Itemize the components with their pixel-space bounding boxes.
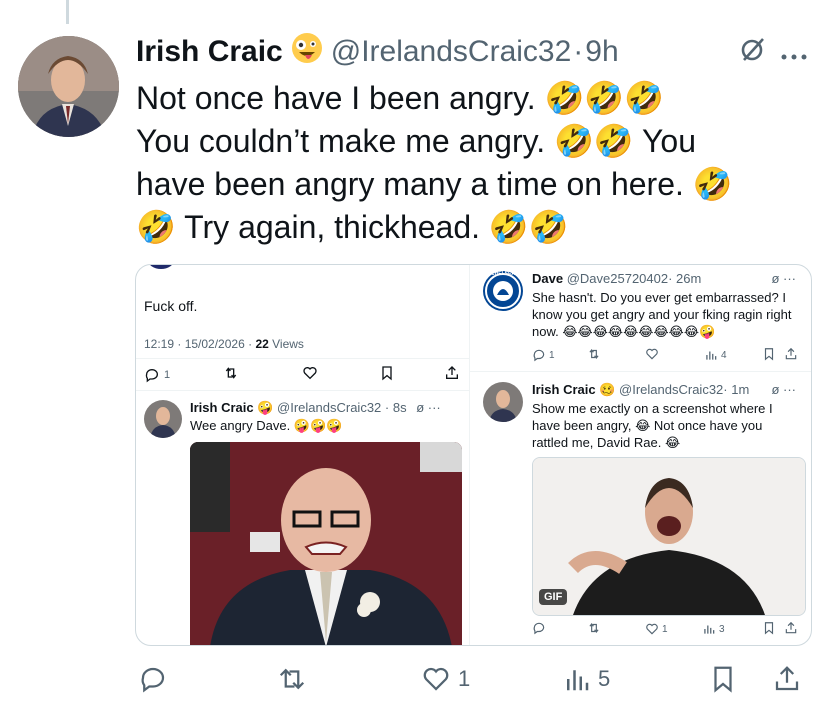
tweet-header: Irish Craic @IrelandsCraic32 · 9h [136,32,808,72]
left-reply-avatar [144,400,182,438]
left-post-like-count: 1 [164,369,171,381]
right-top-more: ø ··· [771,271,796,286]
share-button[interactable] [772,664,802,694]
bookmark-icon [714,666,732,693]
right-top-header: Dave @Dave25720402· 26m ø ··· [532,271,802,286]
right-top-like-icon[interactable] [645,347,659,364]
right-reply-like-icon[interactable]: 1 [645,622,668,636]
angry-man-image[interactable] [190,442,462,645]
right-top-views-icon[interactable]: 4 [704,348,727,362]
right-top-reply-count: 1 [549,349,555,361]
left-avatar-edge [148,265,174,269]
reply-icon[interactable]: 1 [144,367,170,383]
tweet-text-line: have been angry many a time on here. 🤣 [136,166,733,202]
bookmark-icon[interactable] [379,365,395,386]
right-top-reply-icon[interactable]: 1 [532,348,555,362]
right-reply-more: ø ··· [771,382,796,397]
views-button[interactable]: 5 [562,664,610,694]
separator-dot: · [573,35,584,68]
left-reply-text: Wee angry Dave. 🤪🤪🤪 [190,418,343,433]
reply-button[interactable] [138,664,174,694]
chelsea-avatar-label: CHELSEA [491,271,515,277]
left-reply-emoji: 🤪 [257,400,274,415]
right-top-handle: @Dave25720402 [566,271,669,286]
tweet-text-line: Not once have I been angry. 🤣🤣🤣 [136,80,665,116]
left-reply-handle: @IrelandsCraic32 [277,400,382,415]
right-top-retweet-icon[interactable] [587,347,601,364]
tweet-text-line: 🤣 Try again, thickhead. 🤣🤣 [136,209,569,245]
right-top-actions: 1 4 [532,347,798,363]
attached-image[interactable]: Fuck off. 12:19 · 15/02/2026 · 22 Views … [135,264,812,646]
retweet-button[interactable] [276,664,314,694]
left-reply-time: · 8s [384,400,407,415]
right-top-time: · 26m [668,271,702,286]
left-post-time: 12:19 · 15/02/2026 · [144,337,253,351]
left-post-meta: 12:19 · 15/02/2026 · 22 Views [144,337,304,351]
more-icon[interactable] [780,36,808,70]
right-reply-avatar [483,382,523,422]
retweet-icon[interactable] [223,365,239,386]
right-reply-header: Irish Craic 🥴 @IrelandsCraic32· 1m ø ··· [532,382,802,398]
right-reply-name: Irish Craic [532,382,596,397]
right-reply-share-icon[interactable] [784,621,798,638]
avatar[interactable] [18,36,119,137]
views-icon [567,670,589,691]
left-divider-2 [136,390,469,391]
header-actions [738,34,808,72]
right-top-name: Dave [532,271,564,286]
left-post-actions: 1 [144,365,460,386]
left-reply-header: Irish Craic 🤪 @IrelandsCraic32 · 8s ø ··… [190,400,441,416]
reply-icon [141,667,165,693]
right-reply-reply-icon[interactable] [532,621,546,638]
thread-line [66,0,69,24]
laughing-man-gif[interactable] [532,457,806,616]
retweet-icon [279,668,305,690]
right-reply-handle: @IrelandsCraic32 [619,382,724,397]
right-divider [470,371,811,372]
tweet-actions: 1 5 [136,664,806,704]
zany-face-emoji [291,32,323,72]
chelsea-avatar [483,271,523,311]
right-top-views-count: 4 [721,349,727,361]
right-reply-views-icon[interactable]: 3 [702,622,725,636]
right-reply-text: Show me exactly on a screenshot where I … [532,401,773,450]
display-name[interactable]: Irish Craic [136,35,283,69]
like-icon [423,667,449,691]
tweet-text: Not once have I been angry. 🤣🤣🤣 You coul… [136,77,776,249]
like-icon[interactable] [302,365,318,386]
right-reply-time: · 1m [723,382,750,397]
bookmark-button[interactable] [708,664,738,694]
share-icon [775,666,799,691]
left-post-text: Fuck off. [144,298,198,314]
gif-badge: GIF [539,589,568,605]
right-reply-bookmark-icon[interactable] [762,621,776,638]
right-reply-emoji: 🥴 [599,382,616,397]
grok-icon[interactable] [738,34,768,72]
left-divider [136,358,469,359]
right-reply-actions: 1 3 [532,621,804,637]
right-top-text: She hasn't. Do you ever get embarrassed?… [532,290,792,339]
right-reply-views-count: 3 [719,623,725,635]
like-button[interactable]: 1 [420,664,470,694]
tweet-text-line: You couldn’t make me angry. 🤣🤣 You [136,123,697,159]
timestamp[interactable]: 9h [585,35,618,69]
like-count: 1 [458,666,471,691]
right-reply-retweet-icon[interactable] [587,621,601,638]
right-top-bookmark-icon[interactable] [762,347,776,364]
left-post-views-label: Views [268,337,304,351]
left-reply-name: Irish Craic [190,400,254,415]
share-icon[interactable] [444,365,460,386]
divider [469,265,470,645]
left-reply-more: ø ··· [416,400,441,415]
right-reply-like-count: 1 [662,623,668,635]
views-count: 5 [598,666,611,691]
left-post-views-count: 22 [255,337,269,351]
handle[interactable]: @IrelandsCraic32 [331,35,572,69]
right-top-share-icon[interactable] [784,347,798,364]
